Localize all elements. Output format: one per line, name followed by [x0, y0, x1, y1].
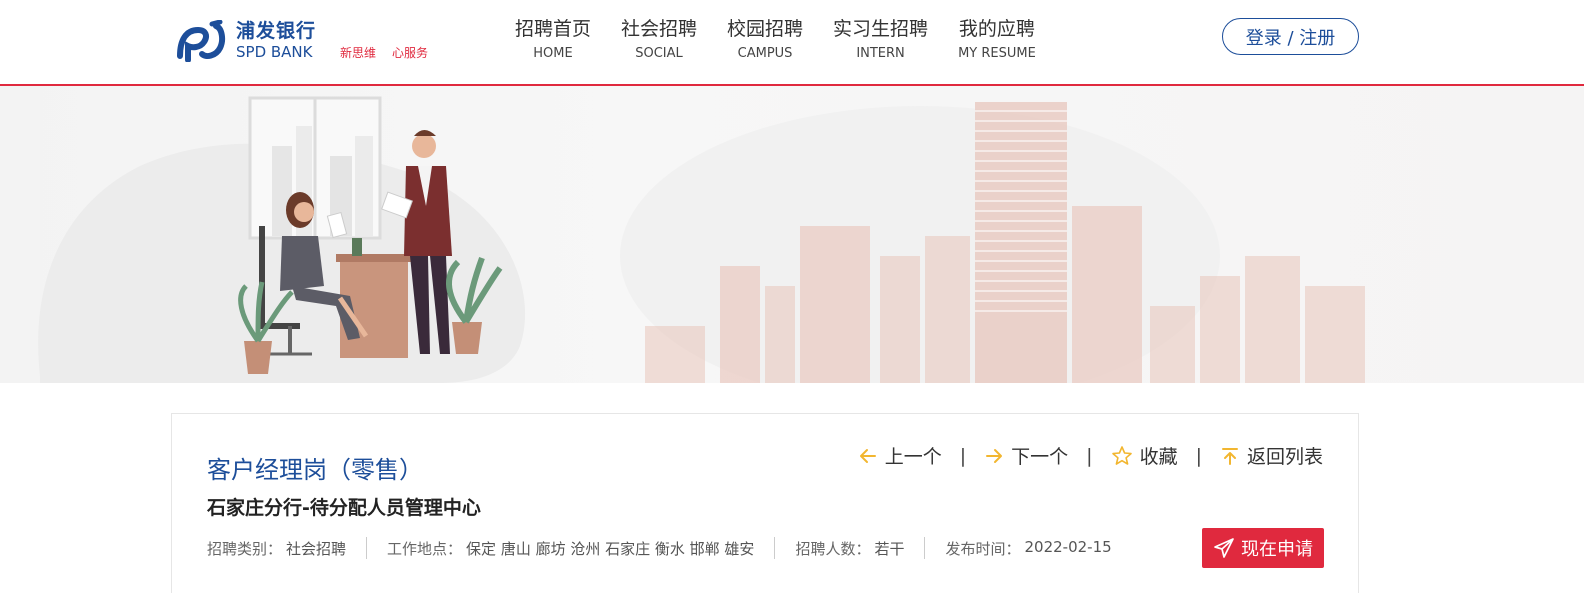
action-divider: | — [959, 444, 967, 467]
next-job-label: 下一个 — [1011, 446, 1069, 468]
site-header: 浦发银行 SPD BANK 新思维 心服务 招聘首页 HOME 社会招聘 SOC… — [0, 0, 1584, 86]
job-meta: 招聘类别： 社会招聘 工作地点： 保定 唐山 廊坊 沧州 石家庄 衡水 邯郸 雄… — [207, 537, 1112, 559]
meta-location: 工作地点： 保定 唐山 廊坊 沧州 石家庄 衡水 邯郸 雄安 — [387, 538, 754, 559]
slogan-part-2: 心服务 — [392, 46, 429, 60]
nav-campus[interactable]: 校园招聘 CAMPUS — [712, 16, 818, 62]
meta-location-label: 工作地点： — [387, 539, 463, 558]
meta-date-label: 发布时间： — [945, 539, 1021, 558]
nav-my-resume-en: MY RESUME — [958, 46, 1036, 61]
login-register-button[interactable]: 登录 / 注册 — [1222, 18, 1359, 55]
action-divider: | — [1086, 444, 1093, 467]
nav-social[interactable]: 社会招聘 SOCIAL — [606, 16, 712, 62]
meta-location-value: 保定 唐山 廊坊 沧州 石家庄 衡水 邯郸 雄安 — [466, 539, 755, 558]
back-to-list-link[interactable]: 返回列表 — [1220, 442, 1323, 469]
meta-date-value: 2022-02-15 — [1024, 537, 1112, 556]
nav-my-resume-cn: 我的应聘 — [958, 18, 1035, 40]
meta-divider — [774, 537, 776, 559]
meta-count: 招聘人数： 若干 — [795, 538, 904, 559]
paper-plane-icon — [1214, 538, 1234, 558]
arrow-left-icon — [859, 448, 876, 463]
next-job-link[interactable]: 下一个 — [984, 442, 1068, 469]
meta-category: 招聘类别： 社会招聘 — [207, 538, 346, 559]
nav-intern[interactable]: 实习生招聘 INTERN — [818, 16, 943, 62]
nav-my-resume[interactable]: 我的应聘 MY RESUME — [943, 16, 1051, 62]
office-illustration — [38, 96, 1365, 383]
prev-job-link[interactable]: 上一个 — [858, 442, 942, 469]
hero-banner — [0, 86, 1584, 383]
arrow-up-to-top-icon — [1221, 447, 1238, 465]
back-to-list-label: 返回列表 — [1246, 446, 1323, 468]
nav-home-cn: 招聘首页 — [515, 18, 592, 40]
nav-campus-cn: 校园招聘 — [727, 18, 804, 40]
logo-en-text: SPD BANK — [236, 43, 313, 61]
spd-logo-icon — [177, 20, 226, 62]
apply-now-label: 现在申请 — [1241, 539, 1313, 560]
nav-home-en: HOME — [533, 46, 573, 61]
action-divider: | — [1195, 444, 1202, 467]
nav-home[interactable]: 招聘首页 HOME — [500, 16, 606, 62]
nav-social-cn: 社会招聘 — [621, 18, 698, 40]
favorite-button[interactable]: 收藏 — [1111, 442, 1178, 469]
job-department: 石家庄分行-待分配人员管理中心 — [207, 497, 481, 519]
meta-count-label: 招聘人数： — [795, 539, 871, 558]
meta-category-value: 社会招聘 — [286, 539, 347, 558]
logo-cn-text: 浦发银行 — [236, 20, 317, 42]
nav-intern-cn: 实习生招聘 — [833, 18, 929, 40]
slogan-part-1: 新思维 — [340, 46, 377, 60]
job-title: 客户经理岗（零售） — [207, 456, 423, 484]
job-actions: 上一个 | 下一个 | 收藏 | 返回列表 — [858, 442, 1323, 469]
meta-count-value: 若干 — [874, 539, 905, 558]
spd-bank-logo[interactable]: 浦发银行 SPD BANK — [176, 20, 316, 62]
slogan: 新思维 心服务 — [340, 44, 428, 61]
prev-job-label: 上一个 — [884, 446, 942, 468]
nav-intern-en: INTERN — [856, 46, 905, 61]
meta-divider — [366, 537, 368, 559]
meta-category-label: 招聘类别： — [207, 539, 283, 558]
star-icon — [1111, 445, 1132, 465]
meta-divider — [924, 537, 926, 559]
main-nav: 招聘首页 HOME 社会招聘 SOCIAL 校园招聘 CAMPUS 实习生招聘 … — [500, 16, 1051, 62]
job-detail-card: 客户经理岗（零售） 石家庄分行-待分配人员管理中心 上一个 | 下一个 | 收藏… — [171, 413, 1359, 593]
nav-campus-en: CAMPUS — [737, 46, 793, 61]
apply-now-button[interactable]: 现在申请 — [1202, 528, 1324, 568]
favorite-label: 收藏 — [1139, 446, 1178, 468]
nav-social-en: SOCIAL — [635, 46, 683, 61]
arrow-right-icon — [986, 448, 1003, 463]
meta-date: 发布时间： 2022-02-15 — [945, 538, 1111, 559]
